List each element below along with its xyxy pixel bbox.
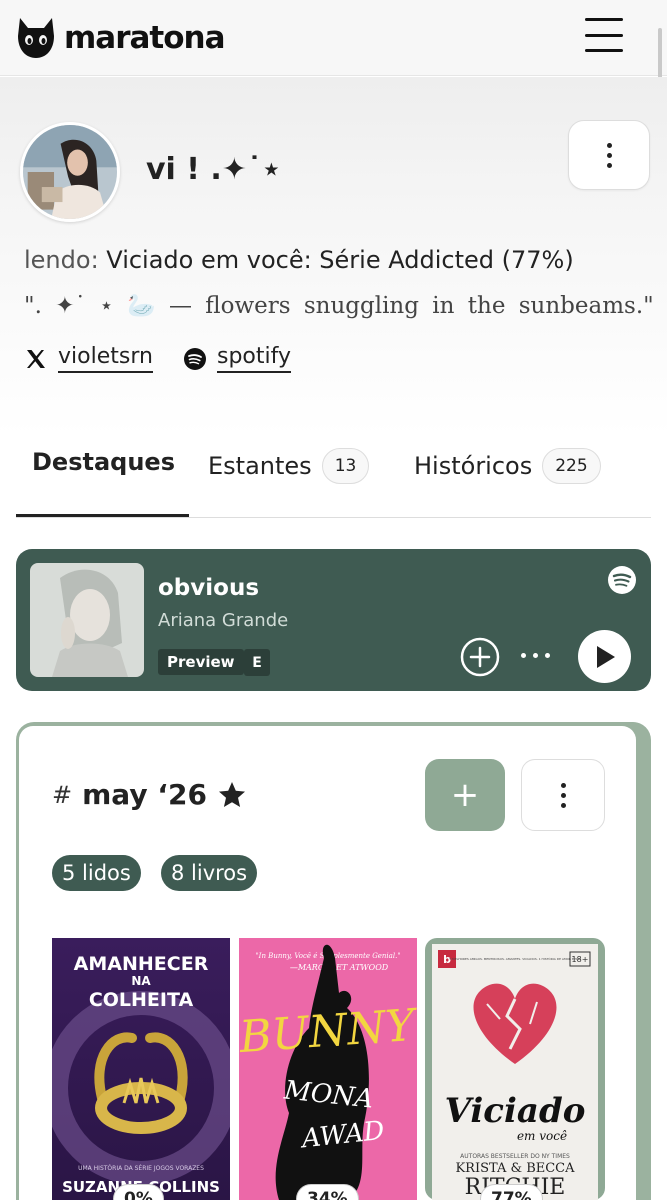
cat-logo-icon[interactable]: [16, 16, 56, 60]
profile-username: vi ! .✦˙⋆: [146, 152, 281, 187]
stat-pill-books: 8 livros: [161, 855, 258, 891]
spotify-logo-icon[interactable]: [607, 565, 637, 595]
profile-bio: ". ✦˙ ⋆ 🦢 — flowers snuggling in the sun…: [24, 293, 654, 319]
star-icon: [218, 781, 245, 807]
album-art[interactable]: [30, 563, 144, 677]
book-cover[interactable]: AMANHECER NA COLHEITA UMA HISTÓRIA DA SÉ…: [52, 938, 230, 1200]
social-link-x[interactable]: violetsrn: [24, 344, 153, 373]
reading-label: lendo:: [24, 246, 99, 274]
book-author-line: KRISTA & BECCA: [455, 1161, 575, 1176]
tab-estantes[interactable]: Estantes 13: [208, 448, 370, 484]
preview-badge: Preview: [158, 649, 244, 675]
book-subtitle: em você: [517, 1129, 567, 1143]
shelf-title-text: may ‘26: [82, 778, 207, 811]
play-button[interactable]: [578, 630, 631, 683]
book-tagline: 5 MELHORES AMIGOS. MENTIROSOS. AMANTES. …: [449, 956, 581, 961]
book-progress-badge: 77%: [480, 1184, 543, 1200]
book-title-line: NA: [131, 974, 151, 988]
hamburger-menu-icon[interactable]: [585, 18, 623, 52]
tab-count-badge: 13: [321, 448, 370, 484]
stat-pill-read: 5 lidos: [52, 855, 141, 891]
book-rating: 18+: [572, 955, 589, 964]
x-icon: [27, 349, 45, 368]
more-horizontal-icon[interactable]: [521, 653, 550, 658]
shelf-options-button[interactable]: [521, 759, 605, 831]
profile-options-button[interactable]: [568, 120, 650, 190]
social-handle: spotify: [217, 344, 292, 373]
track-title[interactable]: obvious: [158, 575, 259, 601]
spotify-embed-card[interactable]: obvious Ariana Grande Preview E: [16, 549, 651, 691]
book-title-line: AMANHECER: [74, 953, 209, 975]
book-cover[interactable]: "In Bunny, Você é Simplesmente Genial." …: [239, 938, 417, 1200]
book-subtitle: UMA HISTÓRIA DA SÉRIE JOGOS VORAZES: [78, 1164, 204, 1172]
profile-tabs: Destaques Estantes 13 Históricos 225: [16, 442, 651, 518]
app-header: maratona: [0, 0, 667, 76]
book-quote-author: —MARGARET ATWOOD: [290, 963, 389, 972]
avatar[interactable]: [20, 122, 120, 222]
active-tab-indicator: [16, 514, 189, 517]
more-vertical-icon: [606, 142, 612, 168]
play-icon: [596, 645, 615, 668]
social-link-spotify[interactable]: spotify: [183, 344, 292, 373]
add-circle-icon[interactable]: [460, 637, 500, 677]
book-title-line: COLHEITA: [89, 989, 194, 1011]
book-cover[interactable]: b 5 MELHORES AMIGOS. MENTIROSOS. AMANTES…: [432, 944, 598, 1200]
social-handle: violetsrn: [58, 344, 153, 373]
currently-reading[interactable]: lendo: Viciado em você: Série Addicted (…: [24, 246, 574, 274]
book-progress-badge: 34%: [296, 1184, 359, 1200]
explicit-badge: E: [244, 649, 270, 676]
tab-count-badge: 225: [542, 448, 601, 484]
reading-title[interactable]: Viciado em você: Série Addicted (77%): [106, 246, 573, 274]
hash-icon: #: [52, 780, 73, 809]
brand-name[interactable]: maratona: [64, 20, 226, 56]
tab-destaques[interactable]: Destaques: [32, 448, 175, 476]
book-title: Viciado: [445, 1091, 586, 1131]
spotify-icon: [184, 347, 206, 370]
book-progress-badge: 0%: [113, 1184, 164, 1200]
more-vertical-icon: [560, 782, 566, 808]
shelf-title[interactable]: # may ‘26: [52, 778, 247, 811]
track-artist[interactable]: Ariana Grande: [158, 610, 288, 631]
shelf-add-button[interactable]: +: [425, 759, 505, 831]
tab-historicos[interactable]: Históricos 225: [414, 448, 601, 484]
book-blurb: AUTORAS BESTSELLER DO NY TIMES: [460, 1153, 570, 1160]
